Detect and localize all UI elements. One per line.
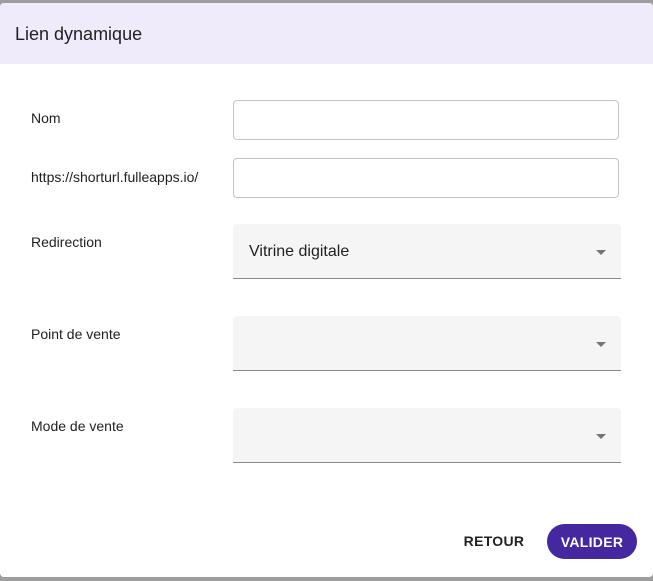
caret-down-icon — [596, 342, 606, 347]
back-button[interactable]: RETOUR — [458, 523, 530, 559]
redirection-selected-value: Vitrine digitale — [249, 243, 350, 260]
dialog-title: Lien dynamique — [15, 24, 143, 44]
dialog-header: Lien dynamique — [0, 3, 653, 64]
submit-button[interactable]: VALIDER — [547, 524, 637, 559]
redirection-label: Redirection — [31, 234, 102, 250]
shorturl-slug-input[interactable] — [233, 158, 619, 198]
caret-down-icon — [596, 250, 606, 255]
mode-de-vente-select[interactable] — [233, 408, 621, 463]
nom-input[interactable] — [233, 100, 619, 140]
point-de-vente-select[interactable] — [233, 316, 621, 371]
redirection-select[interactable]: Vitrine digitale — [233, 224, 621, 279]
caret-down-icon — [596, 434, 606, 439]
shorturl-label: https://shorturl.fulleapps.io/ — [31, 169, 199, 185]
point-de-vente-label: Point de vente — [31, 326, 121, 342]
dynamic-link-dialog: Lien dynamique Nom https://shorturl.full… — [0, 3, 653, 577]
mode-de-vente-label: Mode de vente — [31, 418, 124, 434]
nom-label: Nom — [31, 110, 61, 126]
